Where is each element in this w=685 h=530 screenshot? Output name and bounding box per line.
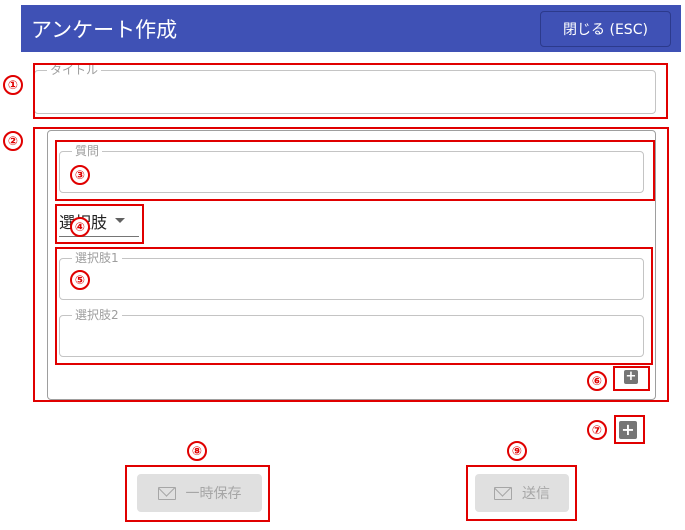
- annotation-number-1: ①: [3, 75, 23, 95]
- annotation-box-send: [466, 465, 577, 521]
- annotation-box-add-choice: [613, 366, 650, 391]
- annotation-number-2: ②: [3, 131, 23, 151]
- annotation-box-add-question: [614, 415, 645, 444]
- close-button[interactable]: 閉じる (ESC): [540, 11, 671, 47]
- annotation-number-7: ⑦: [587, 420, 607, 440]
- annotation-box-question: [55, 140, 655, 201]
- annotation-number-9: ⑨: [507, 441, 527, 461]
- app-bar: アンケート作成 閉じる (ESC): [21, 5, 681, 52]
- annotation-box-answer-type: [55, 204, 144, 244]
- annotation-number-4: ④: [70, 217, 90, 237]
- annotation-box-save-draft: [125, 465, 270, 522]
- annotation-number-5: ⑤: [70, 270, 90, 290]
- annotation-box-title: [33, 63, 668, 119]
- annotation-box-choices: [55, 247, 653, 365]
- annotation-number-3: ③: [70, 165, 90, 185]
- page-title: アンケート作成: [31, 18, 178, 42]
- annotation-number-8: ⑧: [187, 441, 207, 461]
- annotation-number-6: ⑥: [587, 371, 607, 391]
